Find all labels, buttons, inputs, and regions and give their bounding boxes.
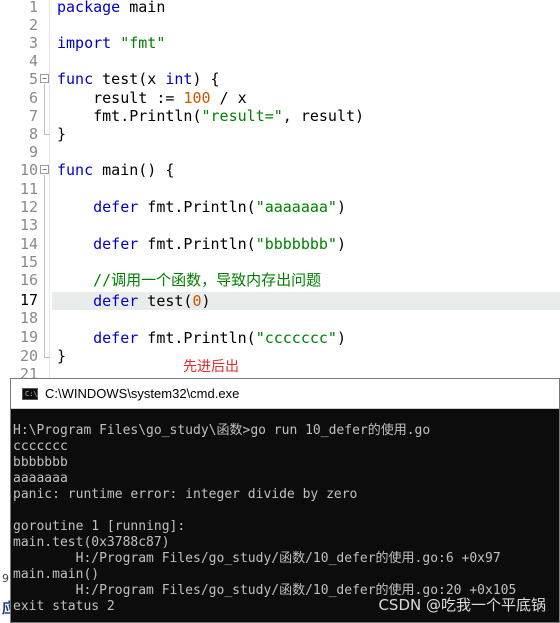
code-line-3[interactable]: import "fmt" xyxy=(57,34,165,52)
line-number: 2 xyxy=(28,16,38,34)
console-line: panic: runtime error: integer divide by … xyxy=(13,487,358,502)
cmd-title-bar[interactable]: C:\ C:\WINDOWS\system32\cmd.exe xyxy=(11,379,559,409)
code-text: main() { xyxy=(93,161,175,179)
keyword: defer xyxy=(57,235,139,253)
line-number: 10 xyxy=(19,161,38,179)
fold-guide xyxy=(44,175,45,357)
string-literal: "ccccccc" xyxy=(255,329,337,347)
console-icon: C:\ xyxy=(22,388,38,400)
line-number: 15 xyxy=(19,253,38,271)
fold-toggle-icon[interactable]: − xyxy=(40,74,49,83)
fold-guide-end xyxy=(44,357,50,358)
code-text: / x xyxy=(210,89,247,107)
string-literal: "result=" xyxy=(201,107,283,125)
line-number: 4 xyxy=(28,52,38,70)
code-text: ) xyxy=(336,235,346,253)
code-text: fmt.Println( xyxy=(138,235,256,253)
red-annotation-text: 先进后出 xyxy=(183,359,239,375)
line-number: 14 xyxy=(19,235,38,253)
line-number: 12 xyxy=(19,198,38,216)
keyword: package xyxy=(57,0,121,16)
code-text: , result) xyxy=(282,107,365,125)
code-text: fmt.Println( xyxy=(138,329,256,347)
console-output[interactable]: H:\Program Files\go_study\函数>go run 10_d… xyxy=(13,423,553,615)
code-text: ) xyxy=(336,198,346,216)
line-number: 20 xyxy=(19,347,38,365)
keyword: defer xyxy=(57,198,139,216)
code-line-14[interactable]: defer fmt.Println("bbbbbbb") xyxy=(57,235,346,253)
code-line-19[interactable]: defer fmt.Println("ccccccc") xyxy=(57,329,346,347)
code-line-8[interactable]: } xyxy=(57,125,66,143)
line-number-gutter: 1 2 3 4 5 6 7 8 9 10 11 12 13 14 15 16 1… xyxy=(0,0,50,383)
string-literal: "aaaaaaa" xyxy=(255,198,337,216)
code-text: fmt.Println( xyxy=(57,107,202,125)
code-line-10[interactable]: func main() { xyxy=(57,161,174,179)
cmd-window[interactable]: C:\ C:\WINDOWS\system32\cmd.exe H:\Progr… xyxy=(10,378,560,623)
code-text: main xyxy=(120,0,166,16)
code-line-1[interactable]: package main xyxy=(57,0,165,16)
line-number: 18 xyxy=(19,309,38,327)
console-line: goroutine 1 [running]: xyxy=(13,519,186,534)
code-text: test(x xyxy=(93,70,166,88)
string-literal: "fmt" xyxy=(120,34,166,52)
line-number-active: 17 xyxy=(19,291,38,309)
console-line: H:\Program Files\go_study\函数>go run 10_d… xyxy=(13,423,431,438)
code-line-16-comment[interactable]: //调用一个函数，导致内存出问题 xyxy=(57,271,321,289)
code-editor[interactable]: 1 2 3 4 5 6 7 8 9 10 11 12 13 14 15 16 1… xyxy=(0,0,560,383)
keyword: defer xyxy=(57,292,139,310)
line-number: 11 xyxy=(19,180,38,198)
line-number: 7 xyxy=(28,107,38,125)
line-number: 13 xyxy=(19,216,38,234)
code-text: ) { xyxy=(192,70,220,88)
keyword: func xyxy=(57,70,94,88)
code-line-12[interactable]: defer fmt.Println("aaaaaaa") xyxy=(57,198,346,216)
code-text: result := xyxy=(57,89,184,107)
line-number: 5 xyxy=(28,70,38,88)
keyword: import xyxy=(57,34,112,52)
console-line: ccccccc xyxy=(13,439,68,454)
cmd-window-title: C:\WINDOWS\system32\cmd.exe xyxy=(45,386,240,401)
line-number: 19 xyxy=(19,328,38,346)
keyword: defer xyxy=(57,329,139,347)
console-icon-label: C:\ xyxy=(25,390,38,398)
line-number: 1 xyxy=(28,0,38,16)
line-number: 9 xyxy=(28,143,38,161)
string-literal: "bbbbbbb" xyxy=(255,235,337,253)
console-line: aaaaaaa xyxy=(13,471,68,486)
keyword: int xyxy=(165,70,193,88)
line-number: 16 xyxy=(19,271,38,289)
csdn-watermark: CSDN @吃我一个平底锅 xyxy=(378,596,546,614)
fold-guide-end xyxy=(44,134,50,135)
code-line-21[interactable]: } xyxy=(57,347,66,365)
code-text: ) xyxy=(336,329,346,347)
line-number: 3 xyxy=(28,34,38,52)
fold-toggle-icon[interactable]: − xyxy=(40,165,49,174)
code-text: ) xyxy=(201,292,211,310)
console-line: main.test(0x3788c87) xyxy=(13,535,170,550)
keyword: func xyxy=(57,161,94,179)
code-line-7[interactable]: fmt.Println("result=", result) xyxy=(57,107,364,125)
code-text: fmt.Println( xyxy=(138,198,256,216)
code-text: test( xyxy=(138,292,193,310)
line-number: 8 xyxy=(28,125,38,143)
background-window-text: 9 xyxy=(2,572,9,585)
code-line-6[interactable]: result := 100 / x xyxy=(57,89,247,107)
line-number: 6 xyxy=(28,89,38,107)
number-literal: 0 xyxy=(192,292,202,310)
console-line: H:/Program Files/go_study/函数/10_defer的使用… xyxy=(13,551,501,566)
code-line-17[interactable]: defer test(0) xyxy=(57,292,211,310)
console-line: main.main() xyxy=(13,567,100,582)
console-line: bbbbbbb xyxy=(13,455,68,470)
fold-guide xyxy=(44,84,45,134)
code-line-5[interactable]: func test(x int) { xyxy=(57,70,220,88)
number-literal: 100 xyxy=(183,89,211,107)
